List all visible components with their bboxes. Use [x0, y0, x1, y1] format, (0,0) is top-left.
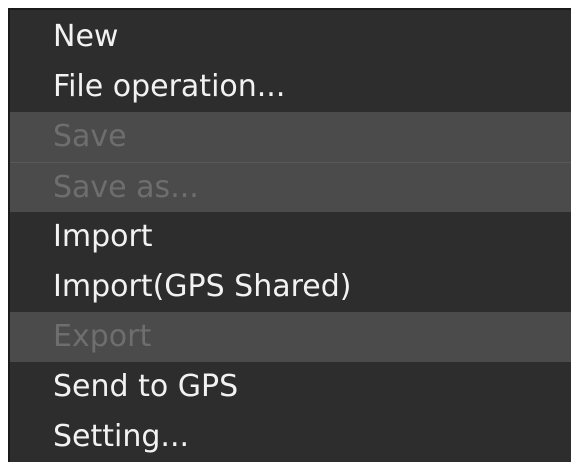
menu-item-export: Export — [10, 312, 571, 362]
menu-item-file-operation[interactable]: File operation... — [10, 62, 571, 112]
menu-item-save-as: Save as... — [10, 162, 571, 212]
menu-item-send-to-gps[interactable]: Send to GPS — [10, 362, 571, 412]
context-menu: New File operation... Save Save as... Im… — [8, 8, 571, 462]
menu-item-new[interactable]: New — [10, 12, 571, 62]
menu-item-save: Save — [10, 112, 571, 162]
menu-item-import-gps-shared[interactable]: Import(GPS Shared) — [10, 262, 571, 312]
menu-item-import[interactable]: Import — [10, 212, 571, 262]
menu-item-setting[interactable]: Setting... — [10, 412, 571, 462]
